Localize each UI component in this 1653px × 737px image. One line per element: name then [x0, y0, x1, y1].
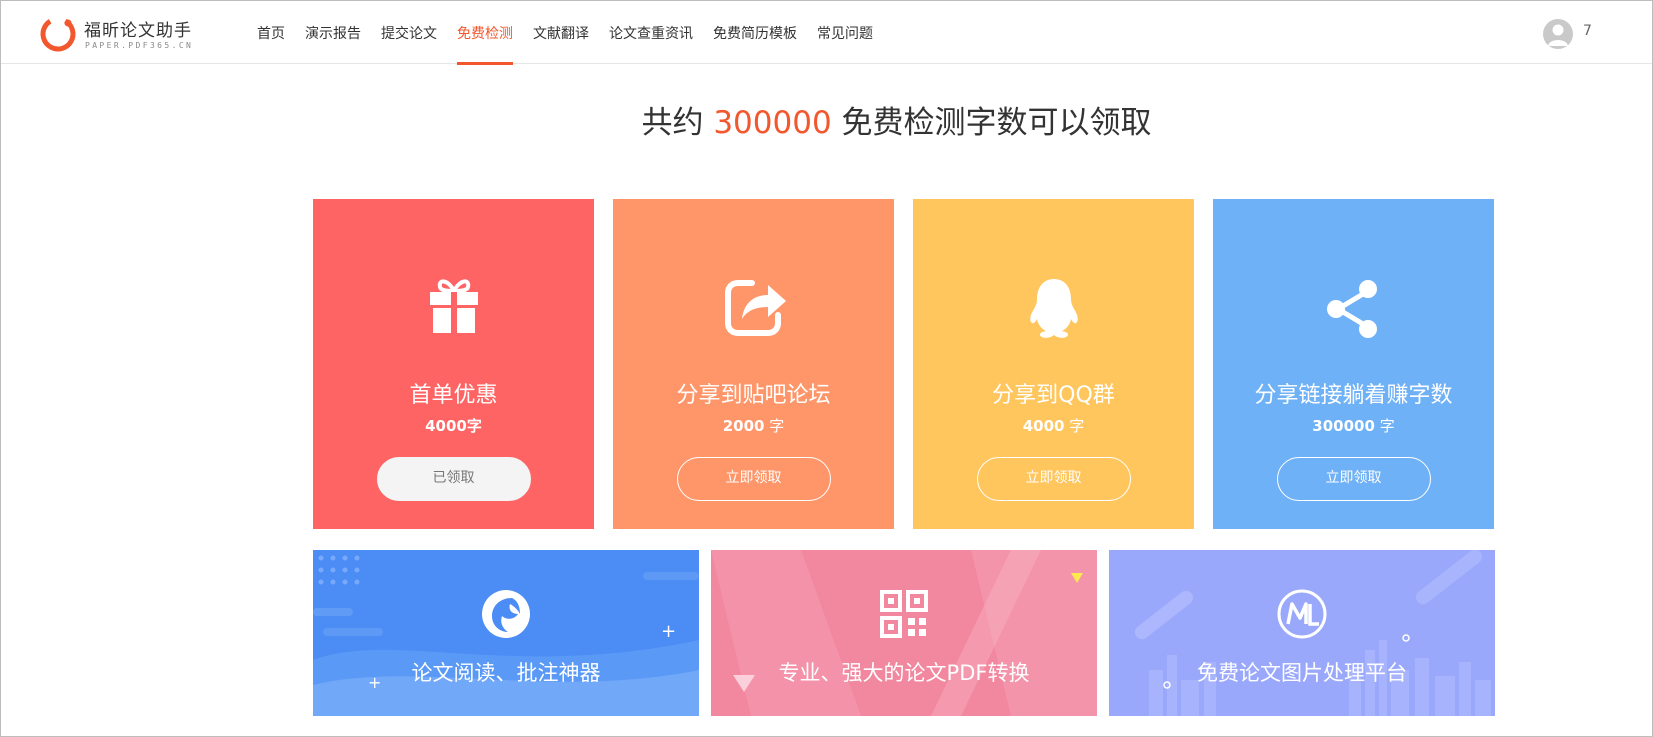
- card-title: 分享到QQ群: [992, 383, 1115, 408]
- banner-foxit-reader[interactable]: + + 论文阅读、批注神器: [313, 550, 699, 716]
- nav-item-news[interactable]: 论文查重资讯: [609, 1, 693, 64]
- banner-title: 论文阅读、批注神器: [411, 661, 601, 685]
- nav-item-free-check[interactable]: 免费检测: [457, 1, 513, 65]
- card-share-forum: 分享到贴吧论坛 2000 字 立即领取: [613, 199, 894, 529]
- page-headline: 共约 300000 免费检测字数可以领取: [0, 97, 1653, 142]
- headline-number: 300000: [713, 105, 832, 141]
- svg-text:+: +: [661, 621, 676, 642]
- share-nodes-icon: [1326, 280, 1377, 338]
- banner-pdf-convert[interactable]: 专业、强大的论文PDF转换: [711, 550, 1097, 716]
- card-amount: 4000字: [425, 417, 482, 435]
- foxit-reader-icon: [482, 590, 530, 638]
- card-share-link: 分享链接躺着赚字数 300000 字 立即领取: [1213, 199, 1494, 529]
- headline-suffix: 免费检测字数可以领取: [841, 105, 1152, 141]
- claimed-button[interactable]: 已领取: [376, 457, 531, 501]
- gift-icon: [429, 279, 478, 333]
- nav-item-home[interactable]: 首页: [257, 1, 285, 64]
- main-nav: 首页 演示报告 提交论文 免费检测 文献翻译 论文查重资讯 免费简历模板 常见问…: [257, 1, 893, 65]
- ml-logo-icon: [1277, 589, 1327, 639]
- card-title: 分享到贴吧论坛: [676, 383, 831, 408]
- card-title: 分享链接躺着赚字数: [1254, 383, 1453, 408]
- share-out-icon: [724, 280, 786, 336]
- nav-item-faq[interactable]: 常见问题: [817, 1, 873, 64]
- nav-item-resume-templates[interactable]: 免费简历模板: [713, 1, 797, 64]
- claim-now-button[interactable]: 立即领取: [1276, 457, 1431, 501]
- brand-name[interactable]: 福昕论文助手: [84, 16, 192, 41]
- card-amount: 4000 字: [1022, 417, 1085, 435]
- claim-now-button[interactable]: 立即领取: [976, 457, 1131, 501]
- qq-penguin-icon: [1029, 279, 1078, 338]
- brand-domain: PAPER.PDF365.CN: [85, 41, 194, 50]
- card-title: 首单优惠: [409, 383, 498, 408]
- card-first-order: 首单优惠 4000字 已领取: [313, 199, 594, 529]
- card-amount: 2000 字: [722, 417, 785, 435]
- top-header: 福昕论文助手 PAPER.PDF365.CN 首页 演示报告 提交论文 免费检测…: [1, 1, 1652, 65]
- user-avatar-icon[interactable]: [1543, 19, 1573, 49]
- card-share-qq: 分享到QQ群 4000 字 立即领取: [913, 199, 1194, 529]
- nav-item-demo-report[interactable]: 演示报告: [305, 1, 361, 64]
- nav-item-submit-paper[interactable]: 提交论文: [381, 1, 437, 64]
- user-count[interactable]: 7: [1583, 23, 1592, 39]
- qr-grid-icon: [880, 590, 928, 638]
- card-amount: 300000 字: [1312, 417, 1395, 435]
- brand-logo-icon[interactable]: [38, 14, 78, 54]
- headline-prefix: 共约: [641, 105, 704, 141]
- nav-item-translation[interactable]: 文献翻译: [533, 1, 589, 64]
- claim-now-button[interactable]: 立即领取: [676, 457, 831, 501]
- banner-title: 免费论文图片处理平台: [1197, 661, 1407, 685]
- banner-title: 专业、强大的论文PDF转换: [778, 661, 1030, 685]
- banner-image-platform[interactable]: 免费论文图片处理平台: [1109, 550, 1495, 716]
